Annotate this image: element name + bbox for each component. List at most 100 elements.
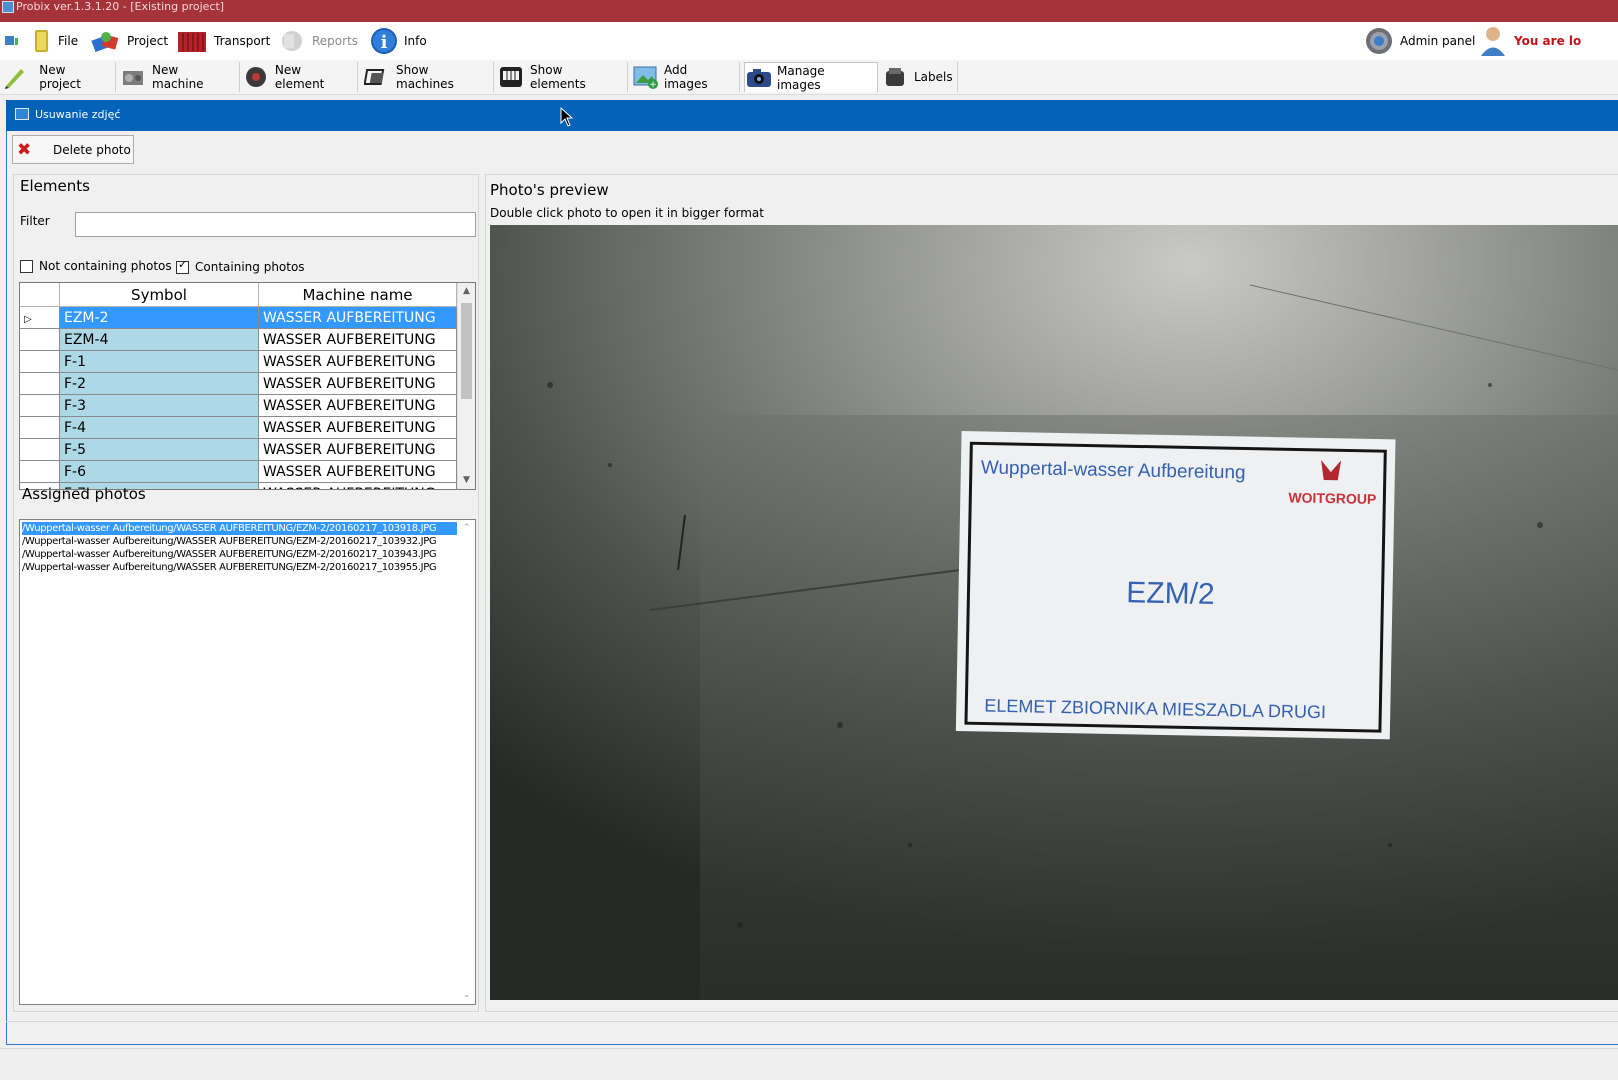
cell-machine-name[interactable]: WASSER AUFBEREITUNG	[259, 483, 457, 489]
grid-scrollbar[interactable]: ▲ ▼	[457, 283, 475, 489]
cell-machine-name[interactable]: WASSER AUFBEREITUNG	[259, 439, 457, 461]
toolbar-show-machines-button[interactable]: Show machines	[364, 62, 494, 92]
scroll-up-arrow-icon[interactable]: ⌃	[458, 520, 475, 537]
cell-machine-name[interactable]: WASSER AUFBEREITUNG	[259, 417, 457, 439]
cell-machine-name[interactable]: WASSER AUFBEREITUNG	[259, 373, 457, 395]
window-list-icon	[5, 36, 18, 45]
user-icon	[1481, 27, 1505, 56]
row-header[interactable]	[20, 395, 60, 417]
info-icon: i	[371, 28, 397, 54]
table-row[interactable]: EZM-4 WASSER AUFBEREITUNG	[20, 329, 457, 351]
toolbar-manage-images-button[interactable]: Manage images	[744, 62, 878, 92]
filter-label: Filter	[20, 214, 50, 228]
list-item[interactable]: /Wuppertal-wasser Aufbereitung/WASSER AU…	[22, 548, 457, 561]
toolbar-new-element-button[interactable]: New element	[244, 62, 358, 92]
cell-machine-name[interactable]: WASSER AUFBEREITUNG	[259, 351, 457, 373]
cell-symbol[interactable]: F-3	[60, 395, 259, 417]
metal-surface-photo: Wuppertal-wasser Aufbereitung WOITGROUP …	[490, 225, 1618, 1000]
row-header[interactable]	[20, 373, 60, 395]
main-menu-bar: File Project Transport Reports i Info Ad…	[0, 22, 1618, 60]
status-bar	[6, 1021, 1618, 1044]
row-header[interactable]	[20, 461, 60, 483]
cell-symbol[interactable]: F-2	[60, 373, 259, 395]
menu-item-admin-panel[interactable]: Admin panel	[1364, 22, 1475, 60]
menu-item-user[interactable]: You are lo	[1478, 22, 1581, 60]
window-title: Probix ver.1.3.1.20 - [Existing project]	[16, 0, 225, 13]
toolbar-show-elements-button[interactable]: Show elements	[498, 62, 628, 92]
label-logo-text: WOITGROUP	[1288, 489, 1376, 507]
photos-scrollbar[interactable]: ⌃ ⌄	[458, 520, 475, 1004]
checkbox-box[interactable]	[20, 259, 33, 273]
list-item[interactable]: /Wuppertal-wasser Aufbereitung/WASSER AU…	[22, 561, 457, 574]
photo-preview-image[interactable]: Wuppertal-wasser Aufbereitung WOITGROUP …	[490, 225, 1618, 1000]
toolbar-new-project-button[interactable]: New project	[2, 62, 116, 92]
svg-text:i: i	[381, 32, 388, 53]
photo-preview-hint: Double click photo to open it in bigger …	[490, 206, 764, 220]
toolbar-labels-button[interactable]: Labels	[882, 62, 958, 92]
row-header[interactable]	[20, 439, 60, 461]
toolbar-add-images-button[interactable]: + Add images	[632, 62, 740, 92]
label-code-text: EZM/2	[1126, 576, 1215, 611]
row-header[interactable]	[20, 351, 60, 373]
column-header-machine-name[interactable]: Machine name	[259, 283, 457, 307]
not-containing-photos-checkbox[interactable]: Not containing photos	[20, 259, 172, 273]
grid-row-header-corner	[20, 283, 60, 307]
machine-icon	[120, 65, 146, 89]
table-row[interactable]: F-3 WASSER AUFBEREITUNG	[20, 395, 457, 417]
cell-symbol[interactable]: EZM-2	[60, 307, 259, 329]
bottom-strip	[0, 1048, 1618, 1080]
cell-symbol[interactable]: F-1	[60, 351, 259, 373]
table-row[interactable]: F-5 WASSER AUFBEREITUNG	[20, 439, 457, 461]
row-header[interactable]	[20, 417, 60, 439]
menu-item-project[interactable]: Project	[91, 22, 168, 60]
reports-icon	[282, 31, 302, 51]
row-header[interactable]	[20, 329, 60, 351]
cell-machine-name[interactable]: WASSER AUFBEREITUNG	[259, 395, 457, 417]
scroll-down-arrow-icon[interactable]: ▼	[458, 472, 475, 489]
cell-machine-name[interactable]: WASSER AUFBEREITUNG	[259, 307, 457, 329]
filter-input[interactable]	[75, 212, 476, 237]
app-icon	[2, 1, 14, 13]
table-row[interactable]: ▷ EZM-2 WASSER AUFBEREITUNG	[20, 307, 457, 329]
assigned-photos-title: Assigned photos	[22, 485, 146, 503]
containing-photos-checkbox[interactable]: Containing photos	[176, 258, 305, 274]
menu-item-transport[interactable]: Transport	[176, 22, 270, 60]
add-image-icon: +	[632, 65, 658, 90]
cell-symbol[interactable]: F-4	[60, 417, 259, 439]
scroll-thumb[interactable]	[461, 303, 472, 399]
menu-item-reports[interactable]: Reports	[278, 22, 358, 60]
cell-machine-name[interactable]: WASSER AUFBEREITUNG	[259, 461, 457, 483]
list-item[interactable]: /Wuppertal-wasser Aufbereitung/WASSER AU…	[22, 535, 457, 548]
photo-preview-title: Photo's preview	[490, 181, 609, 199]
table-row[interactable]: F-6 WASSER AUFBEREITUNG	[20, 461, 457, 483]
column-header-symbol[interactable]: Symbol	[60, 283, 259, 307]
menu-small-icon[interactable]	[4, 22, 20, 60]
scroll-down-arrow-icon[interactable]: ⌄	[458, 987, 475, 1004]
delete-photo-button[interactable]: ✖ Delete photo	[12, 135, 134, 164]
element-icon	[244, 65, 269, 89]
label-printer-icon	[882, 65, 908, 89]
table-row[interactable]: F-4 WASSER AUFBEREITUNG	[20, 417, 457, 439]
cell-symbol[interactable]: EZM-4	[60, 329, 259, 351]
toolbar-new-machine-button[interactable]: New machine	[120, 62, 240, 92]
cell-symbol[interactable]: F-5	[60, 439, 259, 461]
container-icon	[178, 32, 206, 52]
delete-x-icon: ✖	[17, 139, 32, 160]
menu-item-info[interactable]: i Info	[370, 22, 427, 60]
row-header[interactable]: ▷	[20, 307, 60, 329]
scroll-up-arrow-icon[interactable]: ▲	[458, 283, 475, 300]
file-book-icon	[35, 30, 48, 52]
cell-machine-name[interactable]: WASSER AUFBEREITUNG	[259, 329, 457, 351]
assigned-photos-list[interactable]: /Wuppertal-wasser Aufbereitung/WASSER AU…	[19, 519, 476, 1005]
elements-grid[interactable]: Symbol Machine name ▷ EZM-2 WASSER AUFBERE…	[19, 282, 476, 490]
window-title-bar: Probix ver.1.3.1.20 - [Existing project]	[0, 0, 1618, 22]
checkbox-box[interactable]	[176, 258, 189, 274]
current-row-arrow-icon: ▷	[24, 314, 32, 325]
cell-symbol[interactable]: F-6	[60, 461, 259, 483]
table-row[interactable]: F-1 WASSER AUFBEREITUNG	[20, 351, 457, 373]
child-window-title-bar: Usuwanie zdjęć	[6, 100, 1618, 131]
menu-item-file[interactable]: File	[32, 22, 78, 60]
gear-icon	[1366, 28, 1392, 54]
table-row[interactable]: F-2 WASSER AUFBEREITUNG	[20, 373, 457, 395]
list-item[interactable]: /Wuppertal-wasser Aufbereitung/WASSER AU…	[22, 522, 457, 535]
